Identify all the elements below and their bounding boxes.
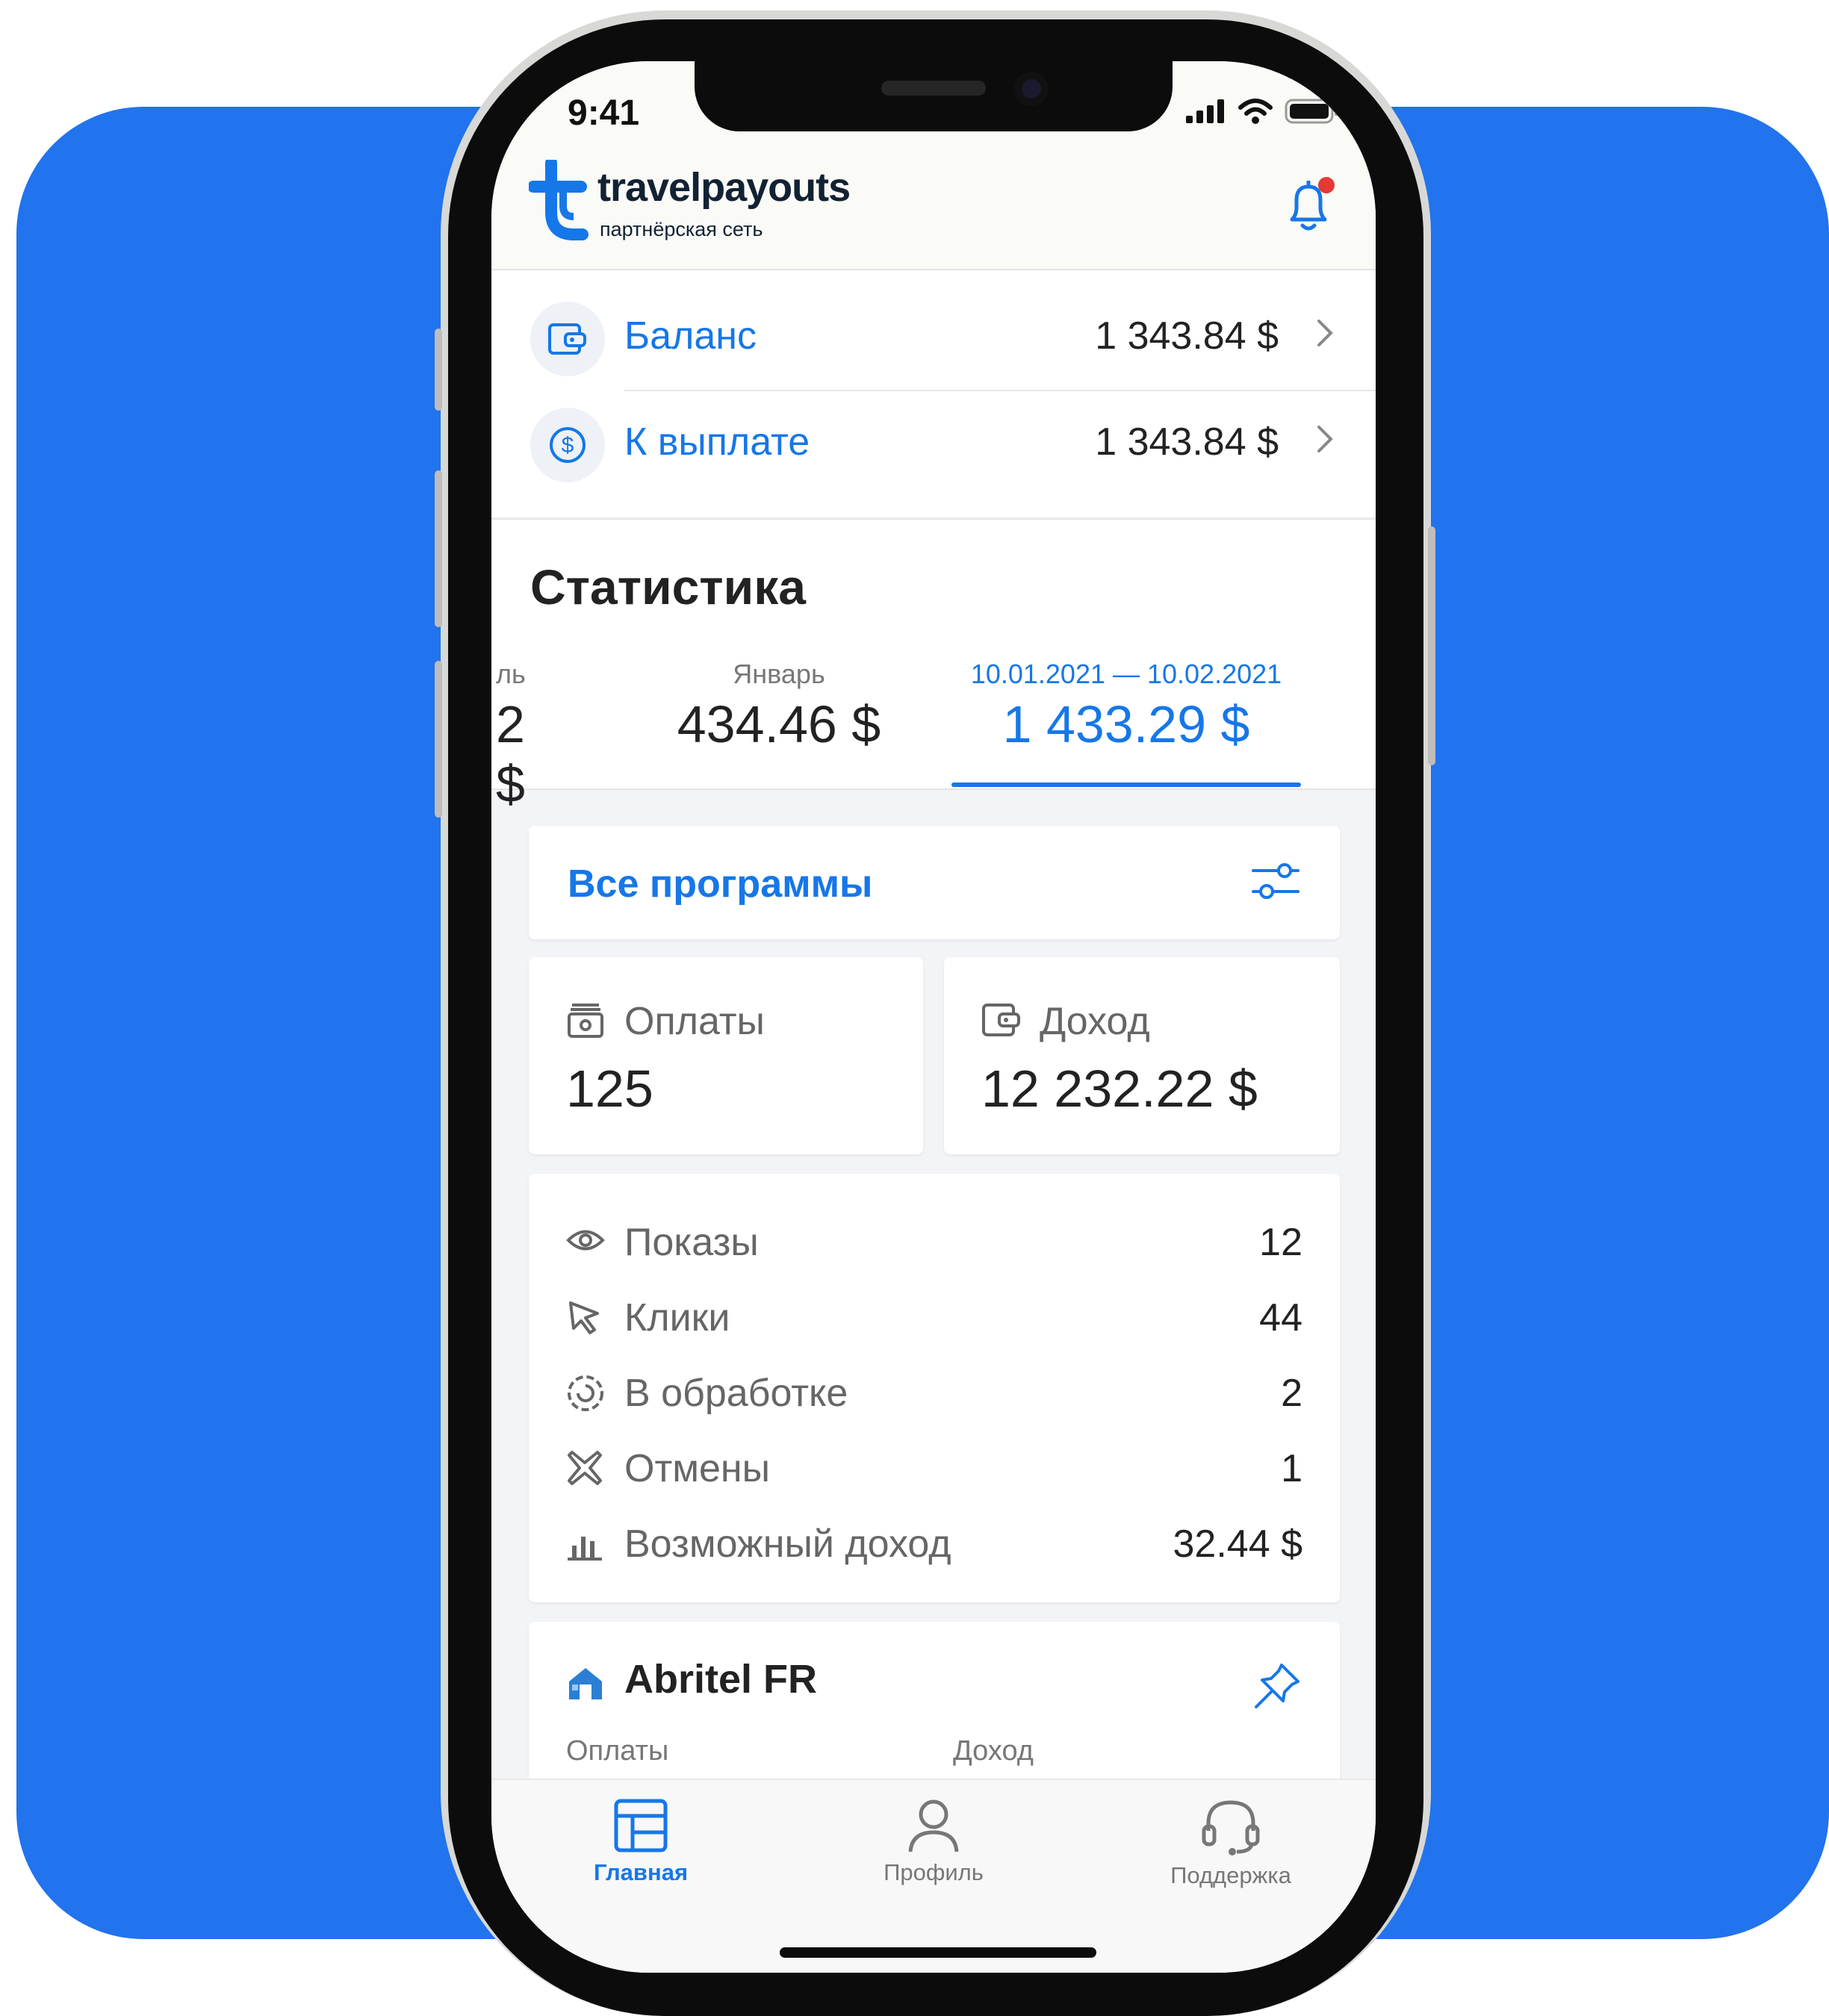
payments-value: 125 <box>566 1060 653 1118</box>
notification-bell-icon[interactable] <box>1282 173 1338 236</box>
metric-label: В обработке <box>624 1372 848 1415</box>
period-tab-custom-range[interactable]: 10.01.2021 — 10.02.2021 1 433.29 $ <box>937 659 1316 754</box>
payout-label: К выплате <box>624 420 810 464</box>
app-header: travelpayouts партнёрская сеть <box>491 151 1376 270</box>
power-button <box>1428 526 1435 765</box>
volume-down-button <box>435 661 442 818</box>
metric-label: Возможный доход <box>624 1522 951 1566</box>
period-label: Январь <box>733 659 825 689</box>
metric-value: 2 <box>1281 1372 1302 1415</box>
tab-label: Главная <box>593 1859 689 1885</box>
filter-sliders-icon[interactable] <box>1250 857 1301 905</box>
metric-label: Показы <box>624 1221 759 1264</box>
metric-row-potential-income: Возможный доход 32.44 $ <box>529 1505 1341 1580</box>
speaker <box>881 81 986 96</box>
bottom-tab-bar: Главная Профиль Поддержка <box>491 1779 1376 1973</box>
wallet-icon <box>982 1004 1020 1036</box>
metric-value: 44 <box>1259 1296 1302 1340</box>
program-income-label: Доход <box>953 1735 1034 1767</box>
wallet-icon <box>530 302 605 376</box>
tab-support[interactable]: Поддержка <box>1134 1798 1328 1889</box>
home-indicator[interactable] <box>780 1947 1096 1958</box>
metric-label: Отмены <box>624 1447 771 1490</box>
battery-icon <box>1285 99 1338 124</box>
balance-row[interactable]: Баланс 1 343.84 $ <box>491 270 1376 391</box>
program-payments-label: Оплаты <box>566 1735 669 1767</box>
svg-text:$: $ <box>562 433 574 458</box>
cursor-icon <box>569 1301 599 1334</box>
metric-label: Клики <box>624 1296 730 1340</box>
chevron-right-icon <box>1317 320 1333 346</box>
metric-row-cancellations: Отмены 1 <box>529 1430 1341 1505</box>
dollar-circle-icon: $ <box>530 408 605 482</box>
period-tab-january[interactable]: Январь 434.46 $ <box>633 659 925 754</box>
eye-icon <box>566 1230 605 1251</box>
tab-label: Поддержка <box>1170 1862 1291 1888</box>
cash-register-icon <box>568 1004 603 1038</box>
payments-card: Оплаты 125 <box>529 957 923 1154</box>
stats-title: Статистика <box>530 559 806 615</box>
brand-tagline: партнёрская сеть <box>600 218 763 240</box>
volume-up-button <box>435 470 442 627</box>
cancel-icon <box>568 1451 602 1485</box>
pin-icon[interactable] <box>1253 1662 1301 1710</box>
front-camera <box>1014 72 1049 106</box>
income-label: Доход <box>1040 1000 1150 1043</box>
person-icon <box>908 1799 959 1852</box>
metric-value: 1 <box>1281 1447 1302 1490</box>
income-value: 12 232.22 $ <box>981 1060 1258 1118</box>
period-value: 2 $ <box>496 695 525 813</box>
abritel-logo-icon <box>569 1668 602 1699</box>
processing-icon <box>568 1375 603 1411</box>
metric-row-processing: В обработке 2 <box>529 1354 1341 1429</box>
bar-chart-icon <box>568 1537 602 1561</box>
wifi-icon <box>1238 99 1273 124</box>
period-tab-previous[interactable]: ль 2 $ <box>491 659 566 814</box>
home-table-icon <box>614 1799 668 1852</box>
program-filter[interactable]: Все программы <box>529 826 1340 939</box>
status-time: 9:41 <box>568 93 640 133</box>
payout-value: 1 343.84 $ <box>1095 420 1279 464</box>
active-period-indicator <box>951 783 1301 787</box>
tab-home[interactable]: Главная <box>544 1798 738 1886</box>
balance-label: Баланс <box>624 314 757 358</box>
program-name: Abritel FR <box>624 1657 818 1702</box>
period-value: 434.46 $ <box>677 695 881 753</box>
signal-icon <box>1186 99 1224 123</box>
period-value: 1 433.29 $ <box>1002 695 1250 753</box>
headset-icon <box>1202 1800 1260 1855</box>
payout-row[interactable]: $ К выплате 1 343.84 $ <box>491 376 1376 482</box>
metric-row-clicks: Клики 44 <box>529 1279 1341 1354</box>
period-label: 10.01.2021 — 10.02.2021 <box>970 659 1282 689</box>
balance-section: Баланс 1 343.84 $ $ К выплате 1 343.84 $ <box>491 270 1376 517</box>
metrics-card: Показы 12 Клики 44 В обработке 2 Отмены … <box>529 1174 1340 1602</box>
travelpayouts-logo-icon <box>529 160 589 240</box>
brand-name: travelpayouts <box>597 165 851 210</box>
phone-screen: 9:41 travelpayouts партнёрская сеть Бала… <box>491 61 1376 1973</box>
period-label: ль <box>496 659 526 689</box>
metric-row-impressions: Показы 12 <box>529 1204 1341 1278</box>
notch <box>695 61 1173 131</box>
payments-label: Оплаты <box>624 1000 765 1043</box>
tab-label: Профиль <box>884 1859 984 1885</box>
tab-profile[interactable]: Профиль <box>836 1798 1031 1886</box>
status-icons <box>1186 99 1340 124</box>
metric-value: 32.44 $ <box>1173 1522 1303 1566</box>
stats-header: Статистика ль 2 $ Январь 434.46 $ 10.01.… <box>491 518 1376 813</box>
mute-switch <box>435 329 442 411</box>
filter-label: Все программы <box>568 862 873 906</box>
balance-value: 1 343.84 $ <box>1095 314 1279 358</box>
metric-value: 12 <box>1259 1221 1302 1264</box>
income-card: Доход 12 232.22 $ <box>944 957 1340 1154</box>
chevron-right-icon <box>1317 426 1333 452</box>
